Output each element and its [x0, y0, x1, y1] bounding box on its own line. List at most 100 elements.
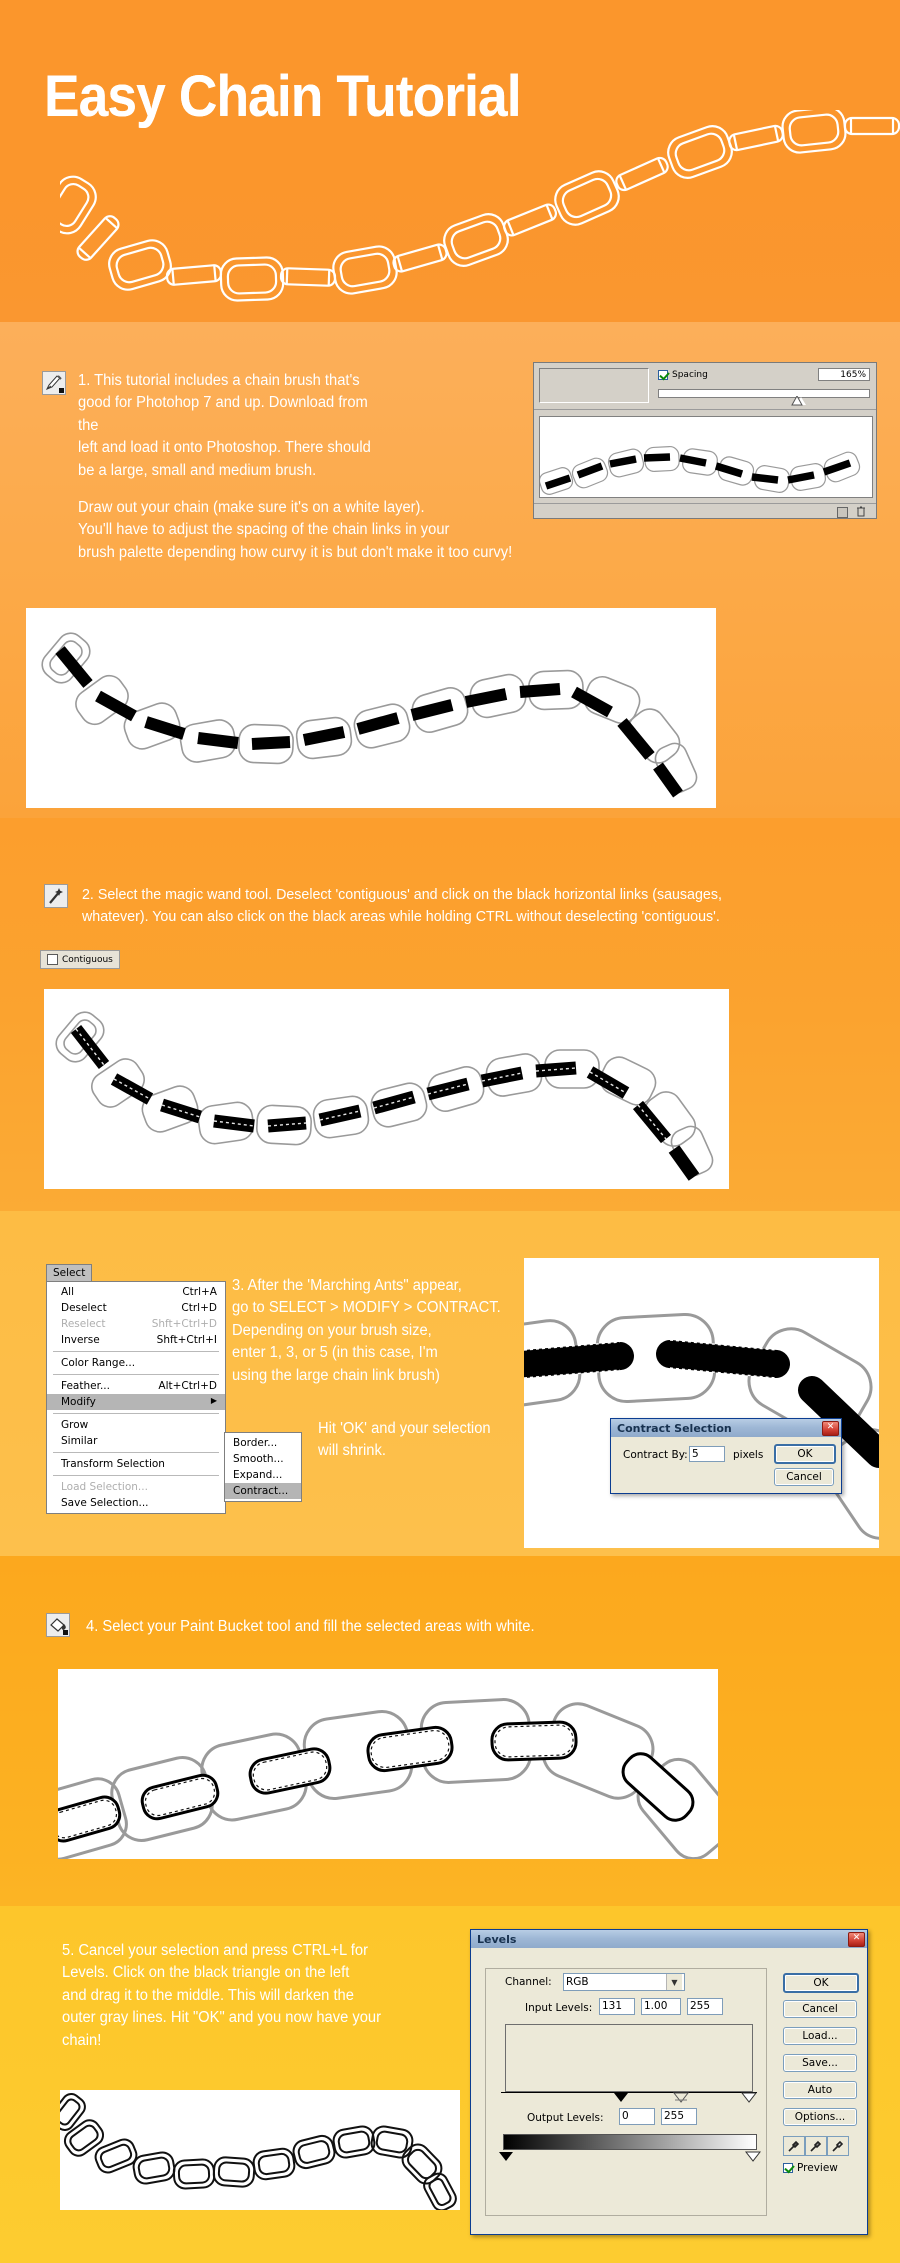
menu-separator [53, 1374, 219, 1375]
spacing-value[interactable]: 165% [818, 368, 870, 381]
menu-item-shortcut: Ctrl+D [181, 1302, 217, 1314]
levels-load-button[interactable]: Load... [783, 2027, 857, 2045]
levels-options-button[interactable]: Options... [783, 2108, 857, 2126]
magic-wand-tool-icon [44, 884, 68, 908]
contiguous-option[interactable]: Contiguous [40, 950, 120, 969]
menu-item-grow[interactable]: Grow [47, 1417, 225, 1433]
contiguous-checkbox[interactable] [47, 954, 58, 965]
chevron-right-icon: ▶ [210, 1396, 217, 1405]
levels-title: Levels [477, 1932, 517, 1946]
output-gradient-bar [503, 2134, 757, 2150]
output-black-field[interactable]: 0 [619, 2108, 655, 2125]
contract-ok-button[interactable]: OK [774, 1444, 836, 1464]
chevron-down-icon[interactable]: ▼ [666, 1974, 682, 1990]
preview-checkbox[interactable] [783, 2163, 793, 2173]
menu-item-shortcut: Shft+Ctrl+I [156, 1334, 217, 1346]
menu-item-label: Load Selection... [61, 1481, 148, 1493]
step-1-chain-image [26, 608, 716, 808]
menu-item-label: Inverse [61, 1334, 100, 1346]
eyedropper-black-icon[interactable] [783, 2136, 805, 2156]
delete-brush-icon[interactable] [856, 506, 866, 520]
eyedropper-group[interactable] [783, 2136, 849, 2156]
preview-label: Preview [797, 2162, 838, 2174]
input-black-field[interactable]: 131 [599, 1998, 635, 2015]
contract-by-label: Contract By: [623, 1449, 688, 1461]
menu-item-label: Modify [61, 1396, 96, 1408]
menu-item-similar[interactable]: Similar [47, 1433, 225, 1449]
menu-item-label: Similar [61, 1435, 98, 1447]
menu-separator [53, 1475, 219, 1476]
menu-item-label: Feather... [61, 1380, 110, 1392]
levels-ok-button[interactable]: OK [783, 1973, 859, 1993]
submenu-item-expand[interactable]: Expand... [225, 1467, 301, 1483]
menu-item-shortcut: Shft+Ctrl+D [151, 1318, 217, 1330]
input-white-field[interactable]: 255 [687, 1998, 723, 2015]
paint-bucket-tool-icon [46, 1613, 70, 1637]
step-5-final-chain-image [60, 2090, 460, 2210]
histogram-area [505, 2024, 753, 2092]
levels-titlebar: Levels ✕ [471, 1930, 867, 1948]
menu-item-transform-selection[interactable]: Transform Selection [47, 1456, 225, 1472]
menu-separator [53, 1452, 219, 1453]
select-menu[interactable]: Select All Ctrl+A Deselect Ctrl+D Resele… [46, 1264, 302, 1514]
menu-item-shortcut: Alt+Ctrl+D [158, 1380, 217, 1392]
spacing-row[interactable]: Spacing [658, 370, 708, 380]
menu-item-modify[interactable]: Modify ▶ [47, 1394, 225, 1410]
brush-palette-panel[interactable]: Spacing 165% [533, 362, 877, 519]
submenu-item-contract[interactable]: Contract... [225, 1483, 301, 1499]
contract-cancel-button[interactable]: Cancel [774, 1468, 834, 1486]
menu-item-color-range[interactable]: Color Range... [47, 1355, 225, 1371]
hero-chain-illustration [60, 110, 900, 302]
menu-item-label: All [61, 1286, 75, 1298]
step-3-paragraph-2: Hit 'OK' and your selection will shrink. [318, 1420, 491, 1460]
output-level-sliders[interactable] [499, 2150, 761, 2162]
menu-item-all[interactable]: All Ctrl+A [47, 1284, 225, 1300]
spacing-slider[interactable] [658, 389, 870, 406]
submenu-item-label: Border... [233, 1437, 278, 1449]
menu-item-label: Color Range... [61, 1357, 136, 1369]
step-4-chain-image [58, 1669, 718, 1859]
brush-stroke-preview [538, 416, 873, 498]
dialog-title: Contract Selection [617, 1421, 732, 1435]
menu-item-load-selection: Load Selection... [47, 1479, 225, 1495]
levels-dialog[interactable]: Levels ✕ Channel: RGB ▼ Input Levels: 13… [470, 1929, 868, 2235]
menu-item-label: Save Selection... [61, 1497, 149, 1509]
close-icon[interactable]: ✕ [848, 1931, 865, 1947]
menu-separator [53, 1413, 219, 1414]
select-menu-title[interactable]: Select [46, 1264, 92, 1281]
menu-item-inverse[interactable]: Inverse Shft+Ctrl+I [47, 1332, 225, 1348]
spacing-checkbox[interactable] [658, 370, 668, 380]
eyedropper-white-icon[interactable] [827, 2136, 849, 2156]
contract-selection-dialog[interactable]: Contract Selection ✕ Contract By: 5 pixe… [610, 1418, 842, 1494]
menu-item-feather[interactable]: Feather... Alt+Ctrl+D [47, 1378, 225, 1394]
channel-value: RGB [566, 1976, 589, 1988]
channel-label: Channel: [505, 1976, 552, 1988]
menu-item-save-selection[interactable]: Save Selection... [47, 1495, 225, 1511]
modify-submenu[interactable]: Border... Smooth... Expand... Contract..… [224, 1432, 302, 1502]
input-level-sliders[interactable] [501, 2091, 759, 2103]
close-icon[interactable]: ✕ [822, 1420, 839, 1436]
new-brush-icon[interactable] [837, 507, 848, 518]
brush-preset-box[interactable] [539, 368, 649, 403]
select-menu-list[interactable]: All Ctrl+A Deselect Ctrl+D Reselect Shft… [46, 1281, 226, 1514]
output-white-field[interactable]: 255 [661, 2108, 697, 2125]
dialog-titlebar: Contract Selection ✕ [611, 1419, 841, 1437]
menu-item-deselect[interactable]: Deselect Ctrl+D [47, 1300, 225, 1316]
preview-row[interactable]: Preview [783, 2162, 838, 2174]
submenu-item-border[interactable]: Border... [225, 1435, 301, 1451]
channel-select[interactable]: RGB ▼ [563, 1973, 685, 1991]
submenu-item-smooth[interactable]: Smooth... [225, 1451, 301, 1467]
step-2-paragraph-1: 2. Select the magic wand tool. Deselect … [82, 886, 722, 925]
input-gamma-field[interactable]: 1.00 [641, 1998, 681, 2015]
contract-by-input[interactable]: 5 [689, 1446, 725, 1462]
menu-item-label: Reselect [61, 1318, 106, 1330]
menu-separator [53, 1351, 219, 1352]
levels-cancel-button[interactable]: Cancel [783, 2000, 857, 2018]
levels-save-button[interactable]: Save... [783, 2054, 857, 2072]
eyedropper-gray-icon[interactable] [805, 2136, 827, 2156]
step-4-paragraph-1: 4. Select your Paint Bucket tool and fil… [86, 1618, 535, 1635]
step-2-chain-image [44, 989, 729, 1189]
levels-auto-button[interactable]: Auto [783, 2081, 857, 2099]
output-levels-label: Output Levels: [527, 2112, 604, 2124]
submenu-item-label: Expand... [233, 1469, 283, 1481]
